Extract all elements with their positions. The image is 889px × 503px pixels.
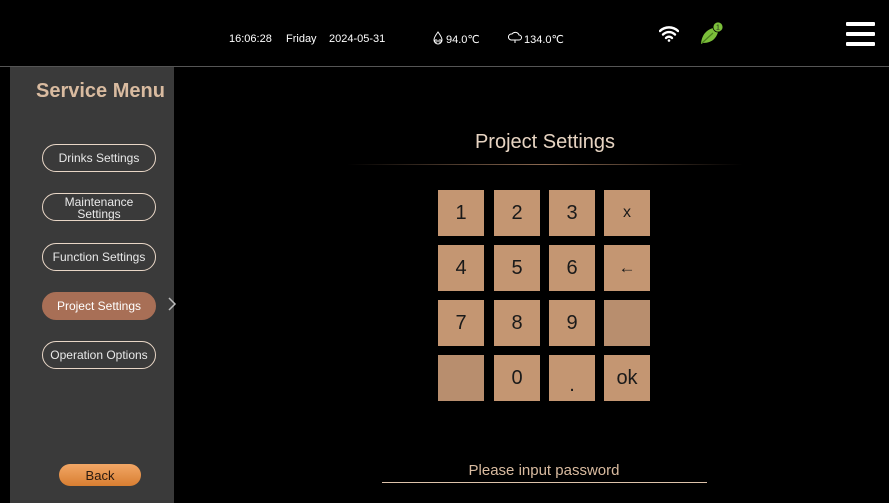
date-text: 2024-05-31 [329, 33, 386, 45]
key-9[interactable]: 9 [549, 300, 595, 346]
sidebar-item-maintenance-settings[interactable]: Maintenance Settings [42, 193, 156, 221]
sidebar-item-drinks-settings[interactable]: Drinks Settings [42, 144, 156, 172]
time-text: 16:06:28 [229, 33, 272, 45]
notification-count: 1 [716, 25, 720, 32]
sidebar-title: Service Menu [36, 80, 165, 102]
chevron-right-icon [167, 296, 177, 317]
status-bar: 16:06:28 Friday 2024-05-31 94.0℃ 134.0℃ … [0, 0, 889, 67]
key-6[interactable]: 6 [549, 245, 595, 291]
day-text: Friday [286, 33, 317, 45]
sidebar-item-function-settings[interactable]: Function Settings [42, 243, 156, 271]
password-underline [382, 482, 707, 483]
title-divider [347, 164, 743, 165]
back-button[interactable]: Back [59, 464, 141, 486]
drop-temp-icon [432, 31, 444, 50]
key-2[interactable]: 2 [494, 190, 540, 236]
key-7[interactable]: 7 [438, 300, 484, 346]
key-1[interactable]: 1 [438, 190, 484, 236]
key-dot[interactable]: . [549, 355, 595, 401]
temp1-text: 94.0℃ [446, 34, 480, 46]
key-blank[interactable] [604, 300, 650, 346]
key-backspace[interactable]: ← [604, 245, 650, 291]
key-ok[interactable]: ok [604, 355, 650, 401]
key-blank[interactable] [438, 355, 484, 401]
key-4[interactable]: 4 [438, 245, 484, 291]
sidebar-item-project-settings[interactable]: Project Settings [42, 292, 156, 320]
sidebar [10, 67, 174, 503]
wifi-icon [658, 26, 680, 47]
key-clear[interactable]: x [604, 190, 650, 236]
page-title: Project Settings [474, 131, 616, 153]
key-8[interactable]: 8 [494, 300, 540, 346]
sidebar-item-operation-options[interactable]: Operation Options [42, 341, 156, 369]
password-input[interactable]: Please input password [382, 462, 706, 479]
key-3[interactable]: 3 [549, 190, 595, 236]
temp2-text: 134.0℃ [524, 34, 564, 46]
steam-temp-icon [507, 31, 522, 49]
leaf-icon[interactable]: 1 [698, 21, 724, 52]
key-5[interactable]: 5 [494, 245, 540, 291]
key-0[interactable]: 0 [494, 355, 540, 401]
